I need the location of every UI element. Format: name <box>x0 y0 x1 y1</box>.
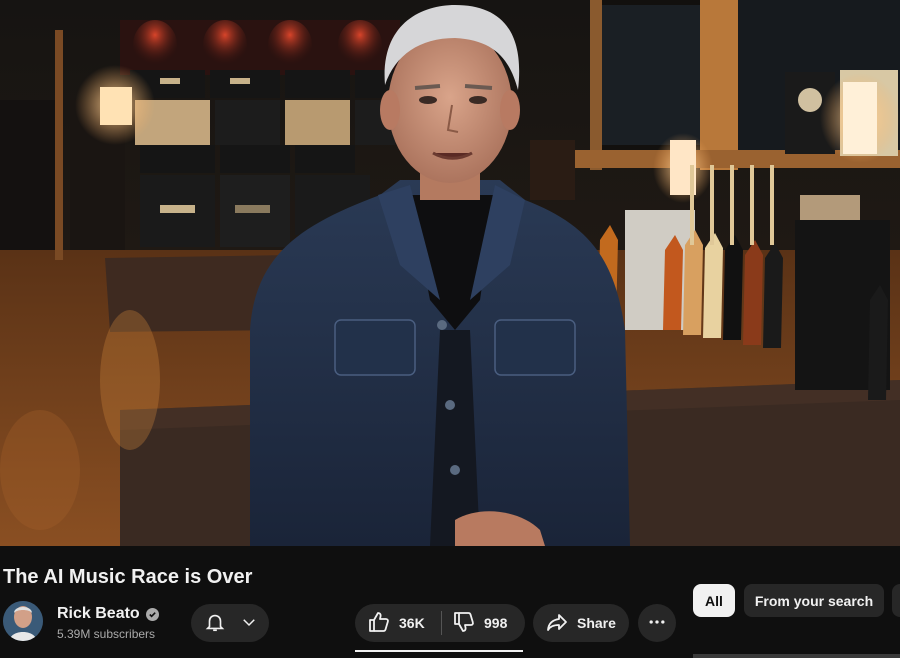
channel-avatar[interactable] <box>3 601 43 641</box>
avatar-image <box>3 601 43 641</box>
share-arrow-icon <box>545 610 569 637</box>
video-player[interactable] <box>0 0 900 546</box>
like-count: 36K <box>399 615 425 631</box>
notification-button[interactable] <box>191 604 269 642</box>
thumbs-up-icon <box>367 610 391 637</box>
share-button[interactable]: Share <box>533 604 629 642</box>
channel-name[interactable]: Rick Beato <box>57 605 140 623</box>
chip-next-partial[interactable] <box>892 584 900 617</box>
dislike-button[interactable]: 998 <box>442 604 507 642</box>
subscriber-count: 5.39M subscribers <box>57 627 156 641</box>
chip-all[interactable]: All <box>693 584 735 617</box>
dislike-count: 998 <box>484 615 508 631</box>
recommendation-thumbnail-edge <box>693 654 900 658</box>
bell-icon <box>204 611 226 636</box>
more-horizontal-icon <box>647 612 667 635</box>
like-button[interactable]: 36K <box>355 604 441 642</box>
chevron-down-icon <box>240 613 258 634</box>
share-label: Share <box>577 615 616 631</box>
thumbs-down-icon <box>452 610 476 637</box>
like-dislike-group: 36K 998 <box>355 604 525 642</box>
more-actions-button[interactable] <box>638 604 676 642</box>
chip-from-your-search[interactable]: From your search <box>744 584 884 617</box>
video-frame-scene <box>0 0 900 546</box>
verified-check-icon <box>145 607 159 621</box>
like-progress-underline <box>355 650 523 652</box>
video-title: The AI Music Race is Over <box>3 566 253 588</box>
channel-name-row[interactable]: Rick Beato <box>57 605 159 623</box>
